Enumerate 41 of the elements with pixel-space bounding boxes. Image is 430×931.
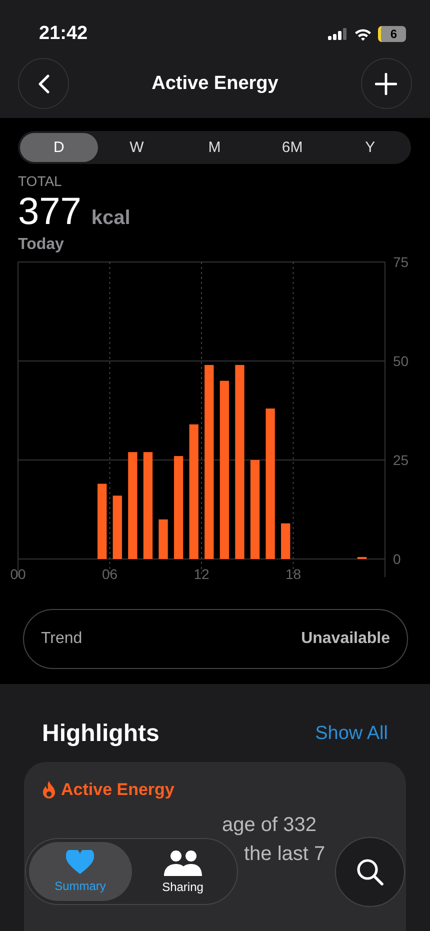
period-label: Today [18,236,65,254]
card-text: age of 332 [222,814,318,837]
people-icon [164,850,202,876]
back-button[interactable] [18,58,69,109]
chart-bar [112,496,122,559]
period-tab[interactable]: D [20,133,98,162]
trend-label: Trend [41,630,82,648]
total-value: 377 [18,191,82,234]
battery-indicator: 6 [378,26,406,42]
trend-row[interactable]: Trend Unavailable [23,609,408,669]
period-tab[interactable]: W [98,133,176,162]
wifi-icon [354,28,372,40]
card-title: Active Energy [61,780,174,800]
x-axis-label: 12 [194,566,210,582]
status-time: 21:42 [39,23,88,45]
y-axis-label: 50 [393,353,409,369]
screen-title: Active Energy [152,72,278,94]
y-axis-label: 0 [393,551,401,567]
heart-icon [66,850,94,875]
period-tab[interactable]: Y [331,133,409,162]
x-axis-label: 18 [285,566,302,582]
period-tab[interactable]: M [176,133,254,162]
signal-icon [328,28,348,40]
chart-bar [281,523,290,559]
tab-bar-item[interactable]: Sharing [132,842,234,901]
chart-bar [158,519,168,559]
total-label: TOTAL [18,173,63,189]
chevron-left-icon [38,74,50,94]
y-axis-label: 75 [393,254,409,270]
unit-label: kcal [91,207,130,230]
x-axis-label: 00 [10,566,26,582]
trend-value: Unavailable [301,630,390,648]
section-title: Highlights [42,720,160,748]
show-all-link[interactable]: Show All [315,723,388,745]
search-icon [356,858,384,886]
x-axis-label: 06 [102,566,118,582]
card-text: the last 7 [244,843,326,866]
plus-icon [375,72,398,94]
flame-icon [42,781,56,799]
period-tab[interactable]: 6M [253,133,332,162]
y-axis-label: 25 [393,452,409,468]
